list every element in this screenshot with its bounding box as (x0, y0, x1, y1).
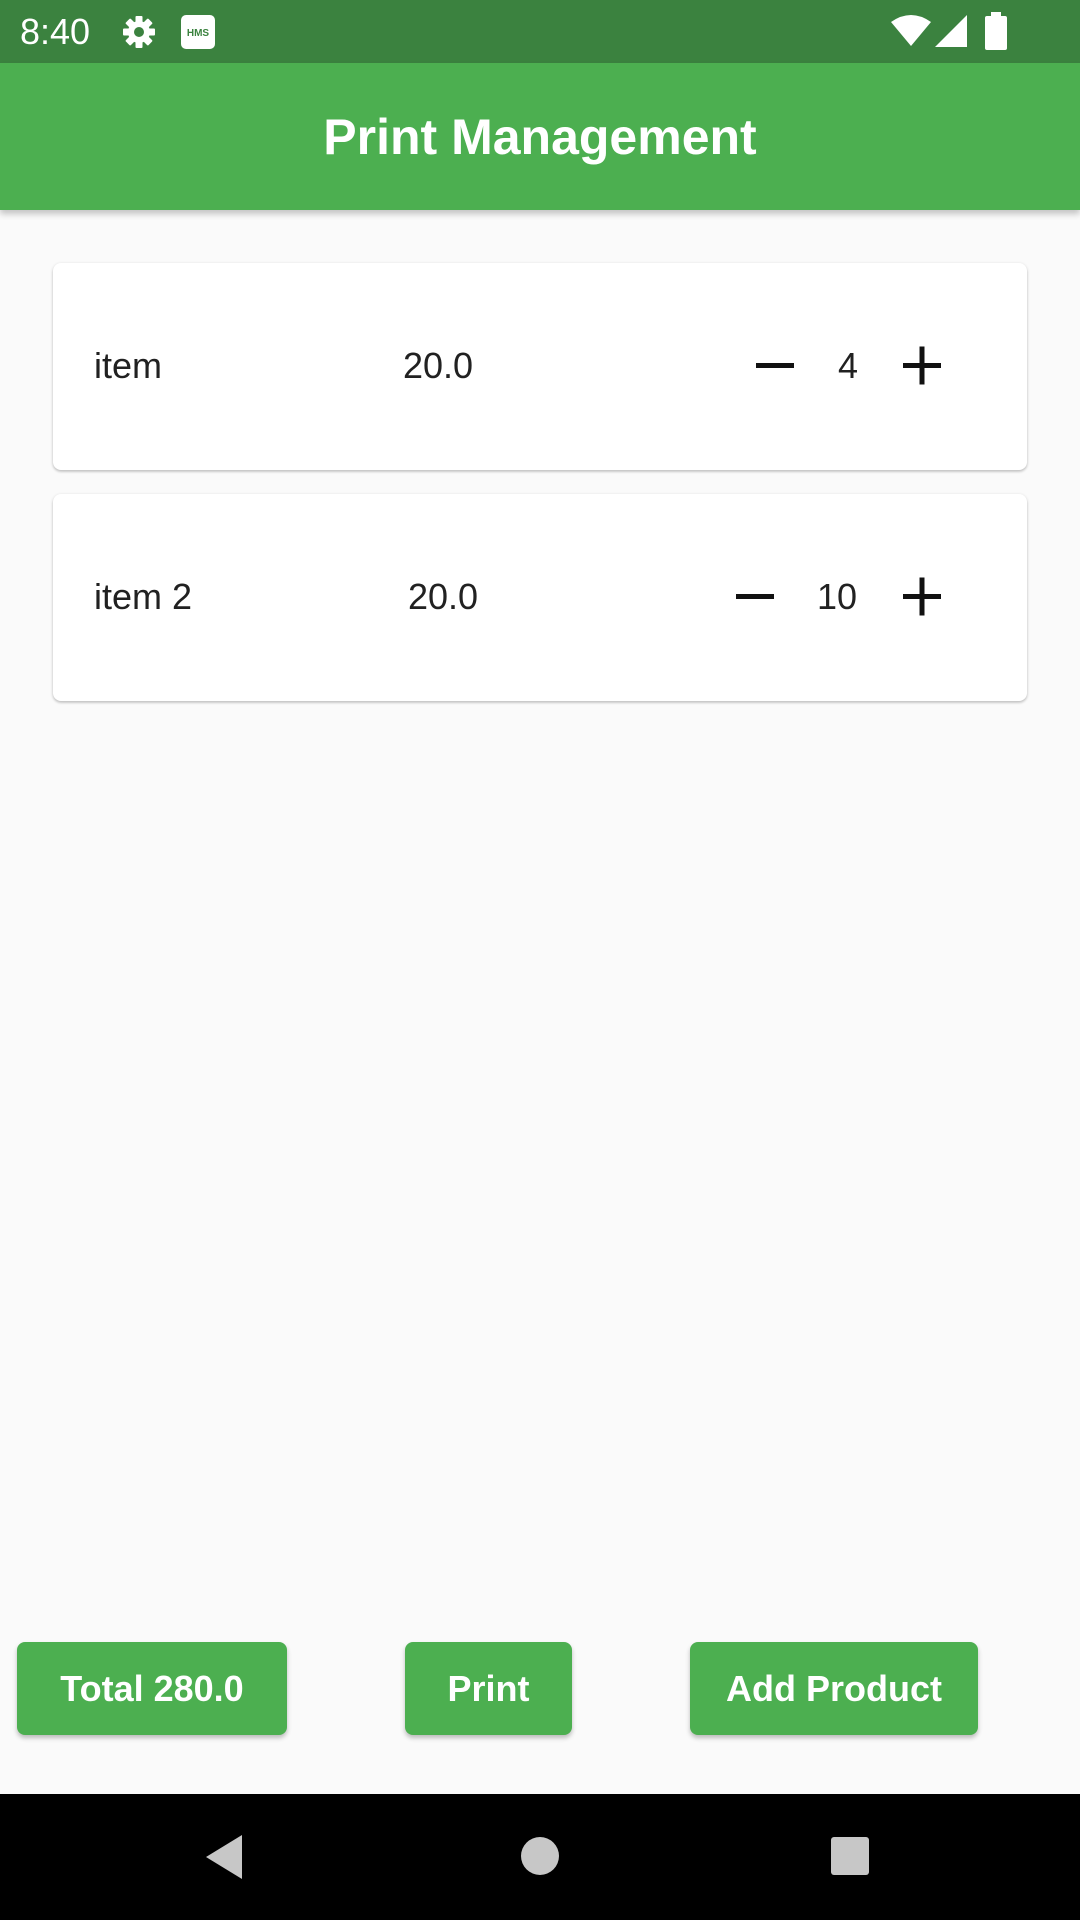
decrement-button[interactable] (745, 336, 805, 396)
status-time: 8:40 (20, 11, 91, 52)
back-icon[interactable] (204, 1834, 244, 1885)
quantity-value: 10 (817, 576, 858, 617)
quantity-value: 4 (838, 345, 859, 386)
hms-icon: HMS (180, 14, 216, 55)
print-button[interactable]: Print (405, 1642, 572, 1735)
product-price: 20.0 (403, 345, 474, 386)
navigation-bar (0, 1794, 1080, 1920)
battery-icon (984, 12, 1008, 55)
wifi-icon (890, 14, 932, 53)
minus-icon (756, 363, 794, 368)
recents-icon[interactable] (830, 1836, 870, 1881)
product-name: item 2 (94, 576, 193, 617)
increment-button[interactable] (892, 336, 952, 396)
total-button[interactable]: Total 280.0 (17, 1642, 287, 1735)
hms-label: HMS (187, 28, 210, 39)
decrement-button[interactable] (725, 567, 785, 627)
gear-icon (122, 15, 156, 54)
minus-icon (736, 594, 774, 599)
page-title: Print Management (323, 109, 757, 165)
product-price: 20.0 (408, 576, 479, 617)
app-bar: Print Management (0, 63, 1080, 210)
home-icon[interactable] (520, 1836, 560, 1881)
status-bar: 8:40 HMS (0, 0, 1080, 63)
product-card: item 20.0 4 (53, 263, 1027, 470)
product-card: item 2 20.0 10 (53, 494, 1027, 701)
plus-icon (903, 346, 941, 385)
add-product-button[interactable]: Add Product (690, 1642, 978, 1735)
increment-button[interactable] (892, 567, 952, 627)
product-name: item (94, 345, 163, 386)
cell-signal-icon (934, 14, 968, 53)
plus-icon (903, 577, 941, 616)
